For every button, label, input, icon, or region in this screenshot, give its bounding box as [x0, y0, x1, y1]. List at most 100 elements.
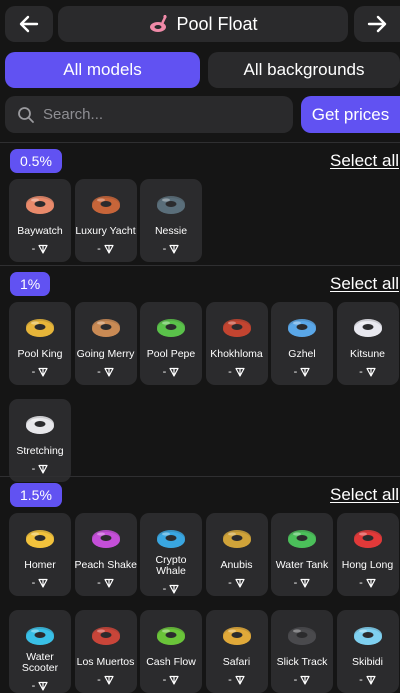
model-card[interactable]: Crypto Whale - [140, 513, 202, 596]
model-price: - [271, 674, 333, 686]
rarity-badge: 0.5% [10, 149, 62, 173]
model-price: - [9, 577, 71, 589]
model-name: Pool King [17, 348, 63, 360]
search-input[interactable] [43, 106, 263, 123]
model-card[interactable]: Skibidi - [336, 610, 399, 693]
select-all-link[interactable]: Select all [330, 151, 399, 171]
model-card[interactable]: Peach Shake - [74, 513, 137, 596]
model-thumbnail-icon [221, 521, 253, 551]
ton-icon [235, 675, 245, 685]
model-price: - [75, 674, 137, 686]
ton-icon [235, 367, 245, 377]
model-thumbnail-icon [155, 521, 187, 551]
model-name: Stretching [16, 445, 64, 457]
model-price: - [75, 243, 137, 255]
price-value: - [97, 577, 101, 589]
model-card[interactable]: Baywatch - [9, 179, 71, 262]
model-thumbnail-icon [90, 618, 122, 648]
model-name: Water Tank [275, 559, 329, 571]
arrow-left-icon [19, 15, 39, 33]
ton-icon [38, 367, 48, 377]
model-price: - [75, 366, 137, 378]
model-name: Skibidi [352, 656, 383, 668]
model-card[interactable]: Gzhel - [271, 302, 333, 385]
model-name: Anubis [220, 559, 253, 571]
model-card[interactable]: Pool Pepe - [140, 302, 202, 385]
rarity-section: 1% Select all Pool King - Going Merry - Pool P… [0, 265, 400, 482]
price-value: - [228, 577, 232, 589]
ton-icon [300, 578, 310, 588]
model-card[interactable]: Cash Flow - [140, 610, 202, 693]
model-thumbnail-icon [155, 618, 187, 648]
ton-icon [235, 578, 245, 588]
model-card[interactable]: Los Muertos - [74, 610, 137, 693]
ton-icon [366, 578, 376, 588]
price-value: - [31, 463, 36, 475]
model-price: - [140, 366, 202, 378]
model-card[interactable]: Safari - [205, 610, 268, 693]
price-value: - [359, 674, 363, 686]
model-card[interactable]: Kitsune - [336, 302, 399, 385]
ton-icon [104, 675, 114, 685]
ton-icon [169, 675, 179, 685]
ton-icon [169, 584, 179, 594]
select-all-link[interactable]: Select all [330, 274, 399, 294]
model-name: Crypto Whale [155, 554, 187, 577]
price-value: - [162, 366, 167, 378]
model-price: - [337, 366, 399, 378]
model-thumbnail-icon [24, 187, 56, 217]
forward-button[interactable] [354, 6, 400, 42]
model-card[interactable]: Slick Track - [271, 610, 333, 693]
model-name: Cash Flow [146, 656, 196, 668]
model-name: Luxury Yacht [75, 225, 136, 237]
model-name: Gzhel [288, 348, 316, 360]
model-name: Slick Track [276, 656, 328, 668]
model-thumbnail-icon [221, 310, 253, 340]
ton-icon [300, 675, 310, 685]
model-card[interactable]: Water Tank - [271, 513, 333, 596]
model-thumbnail-icon [286, 310, 318, 340]
model-name: Los Muertos [76, 656, 135, 668]
model-card[interactable]: Anubis - [205, 513, 268, 596]
get-prices-button[interactable]: Get prices [301, 96, 400, 133]
model-price: - [9, 243, 71, 255]
all-backgrounds-tab[interactable]: All backgrounds [208, 52, 400, 88]
price-value: - [31, 680, 36, 692]
model-name: Khokhloma [210, 348, 263, 360]
ton-icon [38, 244, 48, 254]
model-name: Homer [24, 559, 56, 571]
price-value: - [31, 243, 36, 255]
model-card[interactable]: Khokhloma - [205, 302, 268, 385]
model-card[interactable]: Nessie - [140, 179, 202, 262]
model-price: - [271, 366, 333, 378]
price-value: - [293, 577, 298, 589]
all-models-tab[interactable]: All models [5, 52, 200, 88]
ton-icon [38, 681, 48, 691]
price-value: - [293, 674, 298, 686]
select-all-link[interactable]: Select all [330, 485, 399, 505]
price-value: - [162, 583, 167, 595]
model-price: - [206, 366, 268, 378]
model-price: - [271, 577, 333, 589]
model-price: - [9, 366, 71, 378]
price-value: - [31, 366, 36, 378]
rarity-badge: 1% [10, 272, 51, 296]
model-thumbnail-icon [352, 618, 384, 648]
model-card[interactable]: Hong Long - [336, 513, 399, 596]
model-card[interactable]: Homer - [9, 513, 71, 596]
model-thumbnail-icon [286, 521, 318, 551]
model-card[interactable]: Stretching - [9, 399, 71, 482]
model-card[interactable]: Going Merry - [74, 302, 137, 385]
price-value: - [97, 243, 101, 255]
model-card[interactable]: Water Scooter - [9, 610, 71, 693]
search-box[interactable] [5, 96, 293, 133]
model-card[interactable]: Pool King - [9, 302, 71, 385]
price-value: - [97, 366, 101, 378]
model-thumbnail-icon [90, 521, 122, 551]
price-value: - [162, 243, 167, 255]
price-value: - [359, 366, 363, 378]
back-button[interactable] [5, 6, 53, 42]
model-card[interactable]: Luxury Yacht - [74, 179, 137, 262]
price-value: - [359, 577, 363, 589]
model-price: - [9, 463, 71, 475]
